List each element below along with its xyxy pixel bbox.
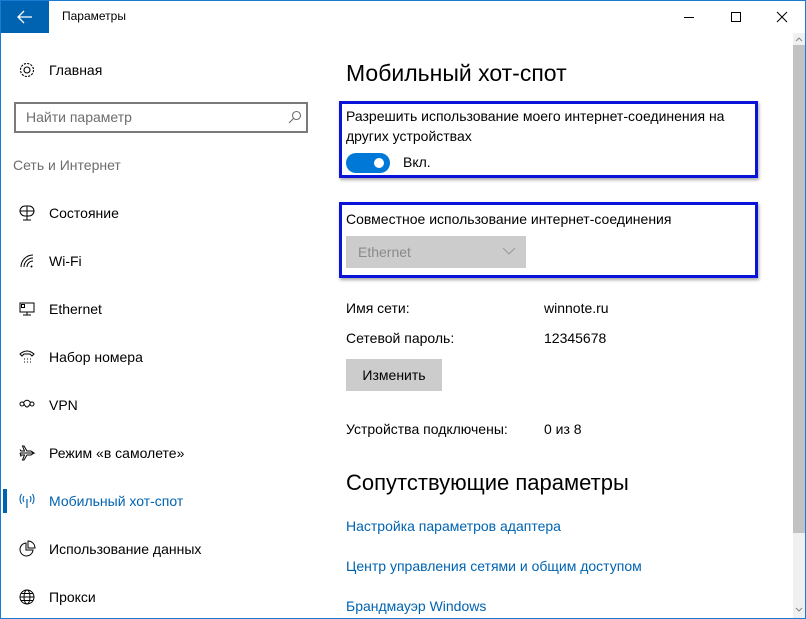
sidebar-item-hotspot[interactable]: Мобильный хот-спот: [1, 481, 321, 521]
globe-monitor-icon: [18, 204, 36, 222]
minimize-button[interactable]: [666, 1, 712, 33]
sidebar-item-label: Набор номера: [49, 349, 143, 365]
sidebar-item-home[interactable]: Главная: [1, 53, 321, 87]
network-name-value: winnote.ru: [544, 300, 609, 316]
sidebar-section-label: Сеть и Интернет: [13, 157, 121, 173]
password-value: 12345678: [544, 330, 607, 346]
sidebar-item-label: Прокси: [49, 589, 96, 605]
vpn-icon: [18, 396, 36, 414]
airplane-icon: [18, 444, 36, 462]
sidebar-item-dialup[interactable]: Набор номера: [1, 337, 321, 377]
link-network-center[interactable]: Центр управления сетями и общим доступом: [346, 558, 642, 574]
scroll-up-button[interactable]: [793, 33, 805, 45]
sidebar-item-label: Мобильный хот-спот: [49, 493, 184, 509]
link-windows-firewall[interactable]: Брандмауэр Windows: [346, 598, 486, 614]
share-from-dropdown[interactable]: Ethernet: [346, 236, 526, 268]
main-content: Мобильный хот-спот Разрешить использован…: [339, 33, 786, 618]
sidebar: Главная Найти параметр Сеть и Интернет С…: [1, 33, 321, 618]
sidebar-item-label: VPN: [49, 397, 78, 413]
data-usage-icon: [18, 540, 36, 558]
sidebar-item-wifi[interactable]: Wi-Fi: [1, 241, 321, 281]
share-setting-label: Разрешить использование моего интернет-с…: [346, 108, 725, 144]
sidebar-item-label: Главная: [49, 62, 103, 78]
page-title: Мобильный хот-спот: [346, 60, 567, 86]
related-settings-title: Сопутствующие параметры: [346, 470, 629, 495]
devices-label: Устройства подключены:: [346, 421, 508, 437]
chevron-up-icon: [795, 37, 803, 42]
close-icon: [776, 11, 788, 23]
sidebar-item-label: Режим «в самолете»: [49, 445, 185, 461]
globe-icon: [18, 588, 36, 606]
toggle-state-label: Вкл.: [403, 154, 431, 170]
network-name-label: Имя сети:: [346, 300, 410, 316]
settings-window: Параметры Главная Найти параметр Сеть и …: [0, 0, 806, 619]
search-input[interactable]: Найти параметр: [14, 102, 308, 133]
link-adapter-settings[interactable]: Настройка параметров адаптера: [346, 518, 561, 534]
ethernet-icon: [18, 300, 36, 318]
scroll-down-button[interactable]: [793, 604, 805, 616]
vertical-scrollbar[interactable]: [793, 33, 805, 618]
wifi-icon: [18, 252, 36, 270]
minimize-icon: [684, 17, 694, 18]
dialup-phone-icon: [18, 348, 36, 366]
maximize-button[interactable]: [713, 1, 759, 33]
chevron-down-icon: [795, 607, 803, 612]
edit-button[interactable]: Изменить: [346, 359, 442, 391]
sidebar-item-vpn[interactable]: VPN: [1, 385, 321, 425]
window-title: Параметры: [62, 9, 126, 23]
maximize-icon: [731, 12, 741, 22]
search-placeholder: Найти параметр: [26, 109, 132, 125]
dropdown-value: Ethernet: [358, 244, 411, 260]
active-indicator: [3, 489, 7, 513]
hotspot-icon: [18, 492, 36, 510]
devices-value: 0 из 8: [544, 421, 582, 437]
search-icon: [288, 110, 302, 124]
sidebar-item-label: Wi-Fi: [49, 253, 82, 269]
chevron-down-icon: [502, 247, 516, 255]
sidebar-item-proxy[interactable]: Прокси: [1, 577, 321, 617]
sidebar-item-label: Использование данных: [49, 541, 202, 557]
back-button[interactable]: [1, 1, 49, 33]
sidebar-item-label: Состояние: [49, 205, 119, 221]
sidebar-item-label: Ethernet: [49, 301, 102, 317]
toggle-knob: [374, 158, 384, 168]
arrow-left-icon: [17, 10, 32, 24]
scroll-thumb[interactable]: [793, 45, 805, 533]
sidebar-item-airplane[interactable]: Режим «в самолете»: [1, 433, 321, 473]
sidebar-item-ethernet[interactable]: Ethernet: [1, 289, 321, 329]
password-label: Сетевой пароль:: [346, 330, 455, 346]
share-from-label: Совместное использование интернет-соедин…: [346, 211, 672, 227]
close-button[interactable]: [759, 1, 805, 33]
share-toggle[interactable]: [346, 153, 390, 173]
title-bar: Параметры: [1, 1, 805, 33]
sidebar-item-status[interactable]: Состояние: [1, 193, 321, 233]
sidebar-item-data-usage[interactable]: Использование данных: [1, 529, 321, 569]
gear-icon: [18, 61, 36, 79]
